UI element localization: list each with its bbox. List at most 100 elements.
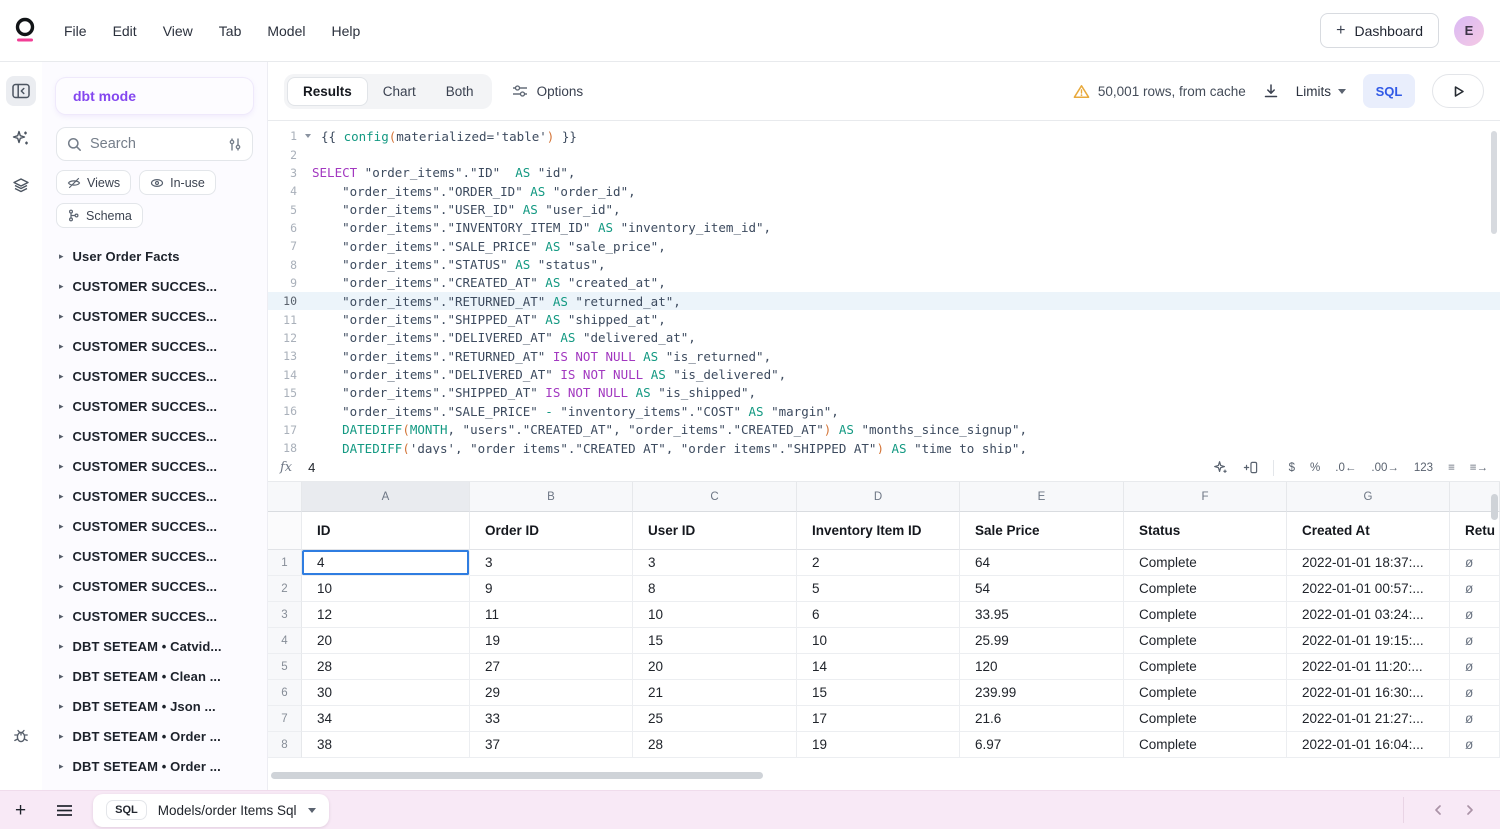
options-button[interactable]: Options [512, 84, 584, 99]
active-model-tab[interactable]: SQL Models/order Items Sql [93, 794, 328, 827]
grid-cell[interactable]: 25 [633, 706, 797, 732]
workspace-chip[interactable]: dbt mode [56, 78, 253, 114]
decrease-decimal-icon[interactable]: .0← [1335, 462, 1356, 474]
field-header[interactable]: Sale Price [960, 512, 1124, 550]
row-number[interactable]: 2 [268, 576, 302, 602]
menu-tab[interactable]: Tab [219, 23, 242, 39]
row-number[interactable]: 7 [268, 706, 302, 732]
limits-dropdown[interactable]: Limits [1296, 84, 1346, 99]
sidebar-item[interactable]: ▸CUSTOMER SUCCES... [56, 481, 253, 511]
grid-cell[interactable]: 2022-01-01 03:24:... [1287, 602, 1450, 628]
grid-cell[interactable]: ø [1450, 706, 1500, 732]
grid-cell[interactable]: 64 [960, 550, 1124, 576]
grid-cell[interactable]: 3 [633, 550, 797, 576]
add-dashboard-button[interactable]: + Dashboard [1320, 13, 1439, 48]
collapse-sidebar-button[interactable] [6, 76, 36, 106]
download-button[interactable] [1263, 83, 1279, 99]
grid-cell[interactable]: Complete [1124, 706, 1287, 732]
grid-cell[interactable]: 2022-01-01 16:30:... [1287, 680, 1450, 706]
search-filter-icon[interactable] [228, 137, 242, 152]
grid-cell[interactable]: ø [1450, 550, 1500, 576]
grid-cell[interactable]: 20 [302, 628, 470, 654]
align-icon[interactable]: ≡ [1448, 462, 1455, 474]
formula-value[interactable]: 4 [308, 460, 315, 475]
grid-cell[interactable]: 2022-01-01 00:57:... [1287, 576, 1450, 602]
grid-cell[interactable]: 30 [302, 680, 470, 706]
tab-results[interactable]: Results [287, 77, 368, 106]
column-letter[interactable]: B [470, 482, 633, 512]
grid-cell[interactable]: 17 [797, 706, 960, 732]
sidebar-item[interactable]: ▸CUSTOMER SUCCES... [56, 451, 253, 481]
grid-cell[interactable]: 4 [302, 550, 470, 576]
sidebar-item[interactable]: ▸User Order Facts [56, 241, 253, 271]
sidebar-item[interactable]: ▸CUSTOMER SUCCES... [56, 601, 253, 631]
grid-cell[interactable]: 2022-01-01 11:20:... [1287, 654, 1450, 680]
row-number[interactable]: 6 [268, 680, 302, 706]
grid-cell[interactable]: ø [1450, 680, 1500, 706]
menu-help[interactable]: Help [332, 23, 361, 39]
grid-cell[interactable]: 239.99 [960, 680, 1124, 706]
sidebar-item[interactable]: ▸CUSTOMER SUCCES... [56, 421, 253, 451]
grid-cell[interactable]: 120 [960, 654, 1124, 680]
grid-cell[interactable]: 28 [633, 732, 797, 758]
grid-cell[interactable]: 33 [470, 706, 633, 732]
grid-cell[interactable]: 37 [470, 732, 633, 758]
vertical-scrollbar[interactable] [1491, 494, 1498, 520]
row-number[interactable]: 3 [268, 602, 302, 628]
sidebar-item[interactable]: ▸DBT SETEAM • Order ... [56, 751, 253, 781]
views-filter-chip[interactable]: Views [56, 170, 131, 195]
grid-cell[interactable]: 2 [797, 550, 960, 576]
sidebar-item[interactable]: ▸DBT SETEAM • Clean ... [56, 661, 253, 691]
column-letter[interactable]: D [797, 482, 960, 512]
sidebar-item[interactable]: ▸CUSTOMER SUCCES... [56, 271, 253, 301]
prev-tab-button[interactable] [1422, 804, 1454, 816]
field-header[interactable]: Created At [1287, 512, 1450, 550]
sidebar-item[interactable]: ▸CUSTOMER SUCCES... [56, 571, 253, 601]
grid-cell[interactable]: 2022-01-01 16:04:... [1287, 732, 1450, 758]
sql-editor[interactable]: 1{{ config(materialized='table') }}23SEL… [268, 121, 1500, 454]
sidebar-item[interactable]: ▸CUSTOMER SUCCES... [56, 511, 253, 541]
tab-chart[interactable]: Chart [368, 77, 431, 106]
sidebar-item[interactable]: ▸CUSTOMER SUCCES... [56, 331, 253, 361]
grid-cell[interactable]: 2022-01-01 21:27:... [1287, 706, 1450, 732]
grid-cell[interactable]: 28 [302, 654, 470, 680]
grid-cell[interactable]: 6.97 [960, 732, 1124, 758]
grid-cell[interactable]: 25.99 [960, 628, 1124, 654]
grid-cell[interactable]: 27 [470, 654, 633, 680]
sidebar-item[interactable]: ▸CUSTOMER SUCCES... [56, 361, 253, 391]
field-header[interactable]: ID [302, 512, 470, 550]
field-header[interactable]: Inventory Item ID [797, 512, 960, 550]
schema-chip[interactable]: Schema [56, 203, 143, 228]
grid-cell[interactable]: Complete [1124, 654, 1287, 680]
grid-cell[interactable]: 54 [960, 576, 1124, 602]
field-header[interactable]: Status [1124, 512, 1287, 550]
grid-cell[interactable]: Complete [1124, 628, 1287, 654]
grid-cell[interactable]: 33.95 [960, 602, 1124, 628]
column-letter[interactable]: E [960, 482, 1124, 512]
number-format-icon[interactable]: 123 [1414, 462, 1433, 474]
menu-file[interactable]: File [64, 23, 87, 39]
grid-cell[interactable]: 34 [302, 706, 470, 732]
sidebar-item[interactable]: ▸DBT SETEAM • Catvid... [56, 631, 253, 661]
grid-cell[interactable]: Complete [1124, 732, 1287, 758]
column-letter[interactable]: F [1124, 482, 1287, 512]
avatar[interactable]: E [1454, 16, 1484, 46]
column-letter[interactable]: G [1287, 482, 1450, 512]
grid-cell[interactable]: 38 [302, 732, 470, 758]
grid-cell[interactable]: 15 [797, 680, 960, 706]
run-query-button[interactable] [1432, 74, 1484, 108]
sidebar-item[interactable]: ▸DBT SETEAM • Json ... [56, 691, 253, 721]
grid-cell[interactable]: 19 [797, 732, 960, 758]
column-letter[interactable]: C [633, 482, 797, 512]
next-tab-button[interactable] [1454, 804, 1486, 816]
grid-cell[interactable]: 21 [633, 680, 797, 706]
currency-icon[interactable]: $ [1289, 462, 1295, 474]
ai-assist-icon[interactable] [1213, 460, 1228, 475]
grid-cell[interactable]: 10 [633, 602, 797, 628]
grid-cell[interactable]: ø [1450, 628, 1500, 654]
grid-cell[interactable]: Complete [1124, 680, 1287, 706]
sidebar-item[interactable]: ▸DBT SETEAM • Order ... [56, 721, 253, 751]
grid-cell[interactable]: ø [1450, 654, 1500, 680]
percent-icon[interactable]: % [1310, 462, 1320, 474]
grid-cell[interactable]: 8 [633, 576, 797, 602]
